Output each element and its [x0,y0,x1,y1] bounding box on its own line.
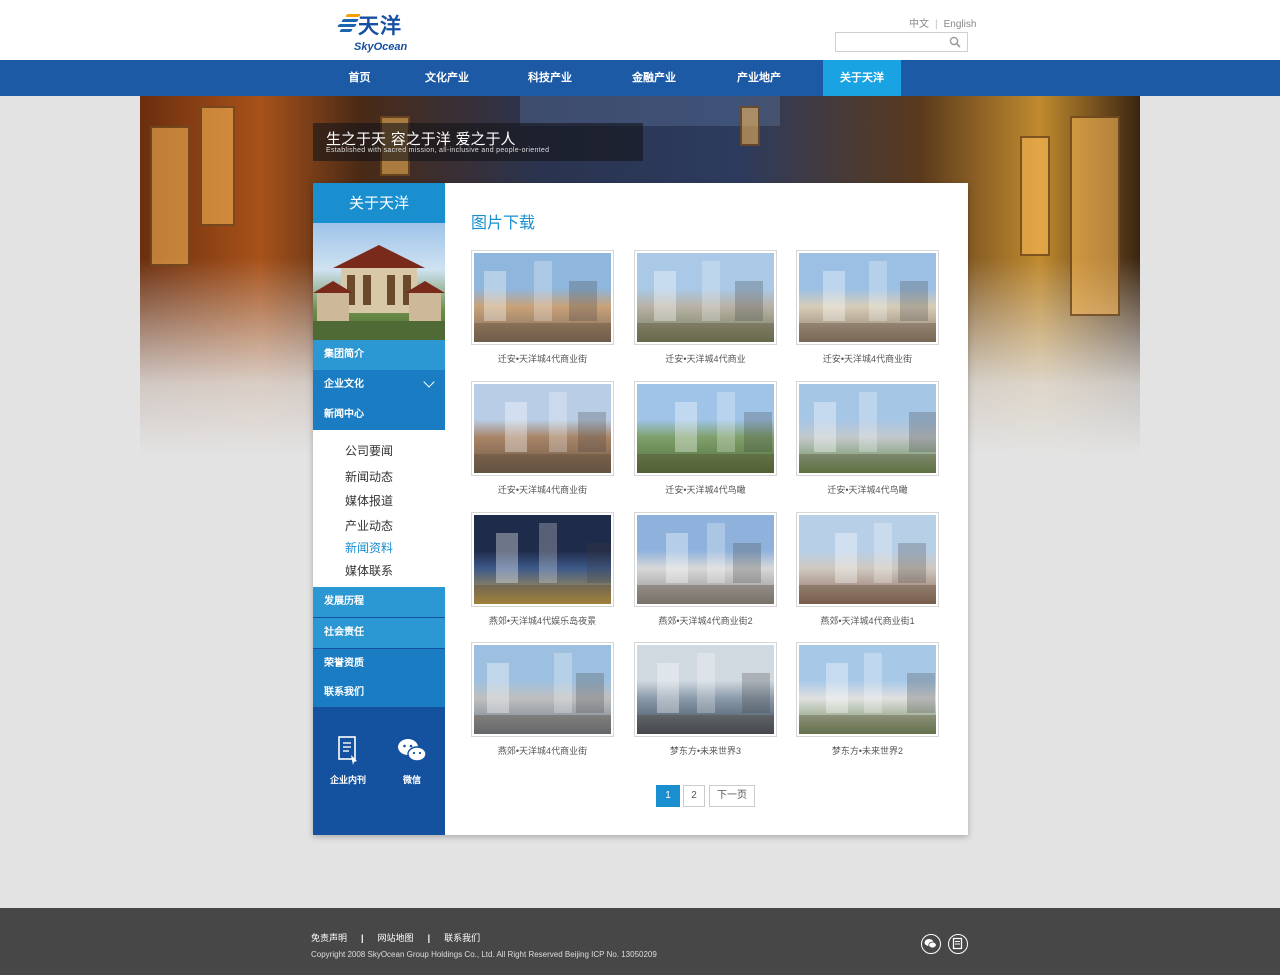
logo-text-cn: 天洋 [358,14,402,38]
gallery-caption: 梦东方•未来世界2 [831,746,904,756]
gallery-thumbnail[interactable] [796,642,939,737]
search-box [835,32,968,52]
gallery-caption: 迁安•天洋城4代鸟瞰 [827,485,908,495]
sidebar-item-social-responsibility[interactable]: 社会责任 [313,618,445,648]
submenu-item-media-contact[interactable]: 媒体联系 [345,562,393,579]
footer-journal-icon[interactable] [948,934,968,954]
skyocean-logo[interactable]: 天洋 SkyOcean [334,10,414,56]
lang-separator: | [935,19,938,30]
gallery-image [637,253,774,342]
gallery-image [799,253,936,342]
gallery-image [799,515,936,604]
sidebar-item-culture[interactable]: 企业文化 [313,370,445,400]
page-title: 图片下载 [471,213,536,232]
sidebar-bottom-panel: 企业内刊 微信 [313,707,445,835]
gallery-caption: 梦东方•未来世界3 [669,746,742,756]
nav-item-culture[interactable]: 文化产业 [408,60,486,96]
page-1-button[interactable]: 1 [656,785,680,807]
gallery-thumbnail[interactable] [634,250,777,345]
gallery-thumbnail[interactable] [634,381,777,476]
sidebar-submenu: 公司要闻 新闻动态 媒体报道 产业动态 新闻资料 媒体联系 [313,430,445,587]
sidebar: 关于天洋 集团简介 企业文化 新闻中心 公司要闻 新闻动态 媒体报道 产业动态 … [313,183,445,835]
submenu-item-news-materials[interactable]: 新闻资料 [345,539,393,556]
gallery-caption: 迁安•天洋城4代商业街 [497,354,588,364]
search-icon[interactable] [949,36,961,48]
gallery-thumbnail[interactable] [796,250,939,345]
sidebar-item-news-center[interactable]: 新闻中心 [313,400,445,430]
nav-item-real-estate[interactable]: 产业地产 [720,60,798,96]
gallery-image [474,253,611,342]
gallery-thumbnail[interactable] [471,250,614,345]
gallery-thumbnail[interactable] [471,642,614,737]
footer-links: 免责声明 | 网站地图 | 联系我们 [311,931,480,944]
wechat-button[interactable]: 微信 [387,735,437,795]
sidebar-item-label: 企业文化 [324,379,364,390]
sidebar-item-history[interactable]: 发展历程 [313,587,445,617]
submenu-item-company-news[interactable]: 公司要闻 [345,442,393,459]
gallery-thumbnail[interactable] [634,642,777,737]
gallery-image [637,384,774,473]
footer-link-contact[interactable]: 联系我们 [444,933,480,943]
wechat-icon [398,739,427,762]
gallery-thumbnail[interactable] [796,512,939,607]
gallery-thumbnail[interactable] [471,381,614,476]
gallery-caption: 迁安•天洋城4代商业街 [822,354,913,364]
footer-link-disclaimer[interactable]: 免责声明 [311,933,347,943]
nav-item-about[interactable]: 关于天洋 [823,60,901,96]
nav-item-home[interactable]: 首页 [327,60,392,96]
gallery-caption: 迁安•天洋城4代鸟瞰 [665,485,746,495]
footer-link-sitemap[interactable]: 网站地图 [378,933,414,943]
language-switcher: 中文 | English [909,15,976,30]
nav-item-finance[interactable]: 金融产业 [615,60,693,96]
next-page-button[interactable]: 下一页 [709,785,755,807]
nav-item-technology[interactable]: 科技产业 [511,60,589,96]
gallery-caption: 燕郊•天洋城4代商业街2 [658,616,753,626]
journal-button[interactable]: 企业内刊 [323,735,373,795]
sidebar-title: 关于天洋 [313,183,445,223]
gallery-caption: 迁安•天洋城4代商业街 [497,485,588,495]
gallery-image [637,645,774,734]
sidebar-item-group-intro[interactable]: 集团简介 [313,340,445,370]
copyright-text: Copyright 2008 SkyOcean Group Holdings C… [311,950,657,959]
sidebar-item-contact[interactable]: 联系我们 [313,678,445,708]
gallery-caption: 燕郊•天洋城4代娱乐岛夜景 [488,616,597,626]
page-2-button[interactable]: 2 [683,785,705,807]
main-nav: 首页 文化产业 科技产业 金融产业 产业地产 关于天洋 [0,60,1280,96]
gallery-image [474,515,611,604]
gallery-thumbnail[interactable] [471,512,614,607]
logo-text-en: SkyOcean [354,41,408,53]
gallery-caption: 燕郊•天洋城4代商业街1 [820,616,915,626]
wechat-label: 微信 [402,775,421,785]
logo-stripes-icon [337,14,361,34]
sidebar-item-honors[interactable]: 荣誉资质 [313,649,445,679]
gallery-image [474,384,611,473]
search-input[interactable] [836,33,946,51]
lang-chinese-link[interactable]: 中文 [909,19,929,30]
footer-divider: | [361,933,364,943]
footer-divider: | [427,933,431,943]
banner-slogan: 生之于天 容之于洋 爱之于人 Established with sacred m… [313,123,643,161]
document-icon [338,736,357,765]
gallery-caption: 迁安•天洋城4代商业 [665,354,746,364]
footer-wechat-icon[interactable] [921,934,941,954]
submenu-item-industry-news[interactable]: 产业动态 [345,517,393,534]
journal-label: 企业内刊 [329,775,366,785]
gallery-image [799,645,936,734]
sidebar-building-photo [313,223,445,340]
slogan-text-cn: 生之于天 容之于洋 爱之于人 [326,130,516,148]
gallery-image [474,645,611,734]
gallery-thumbnail[interactable] [634,512,777,607]
slogan-text-en: Established with sacred mission, all-inc… [326,147,550,154]
submenu-item-media-reports[interactable]: 媒体报道 [345,492,393,509]
gallery-image [799,384,936,473]
gallery-image [637,515,774,604]
submenu-item-news-updates[interactable]: 新闻动态 [345,468,393,485]
chevron-down-icon [423,376,435,388]
site-footer: 免责声明 | 网站地图 | 联系我们 Copyright 2008 SkyOcean G… [0,908,1280,975]
lang-english-link[interactable]: English [944,19,977,30]
gallery-caption: 燕郊•天洋城4代商业街 [497,746,588,756]
site-header: 天洋 SkyOcean 中文 | English [0,0,1280,60]
gallery-thumbnail[interactable] [796,381,939,476]
